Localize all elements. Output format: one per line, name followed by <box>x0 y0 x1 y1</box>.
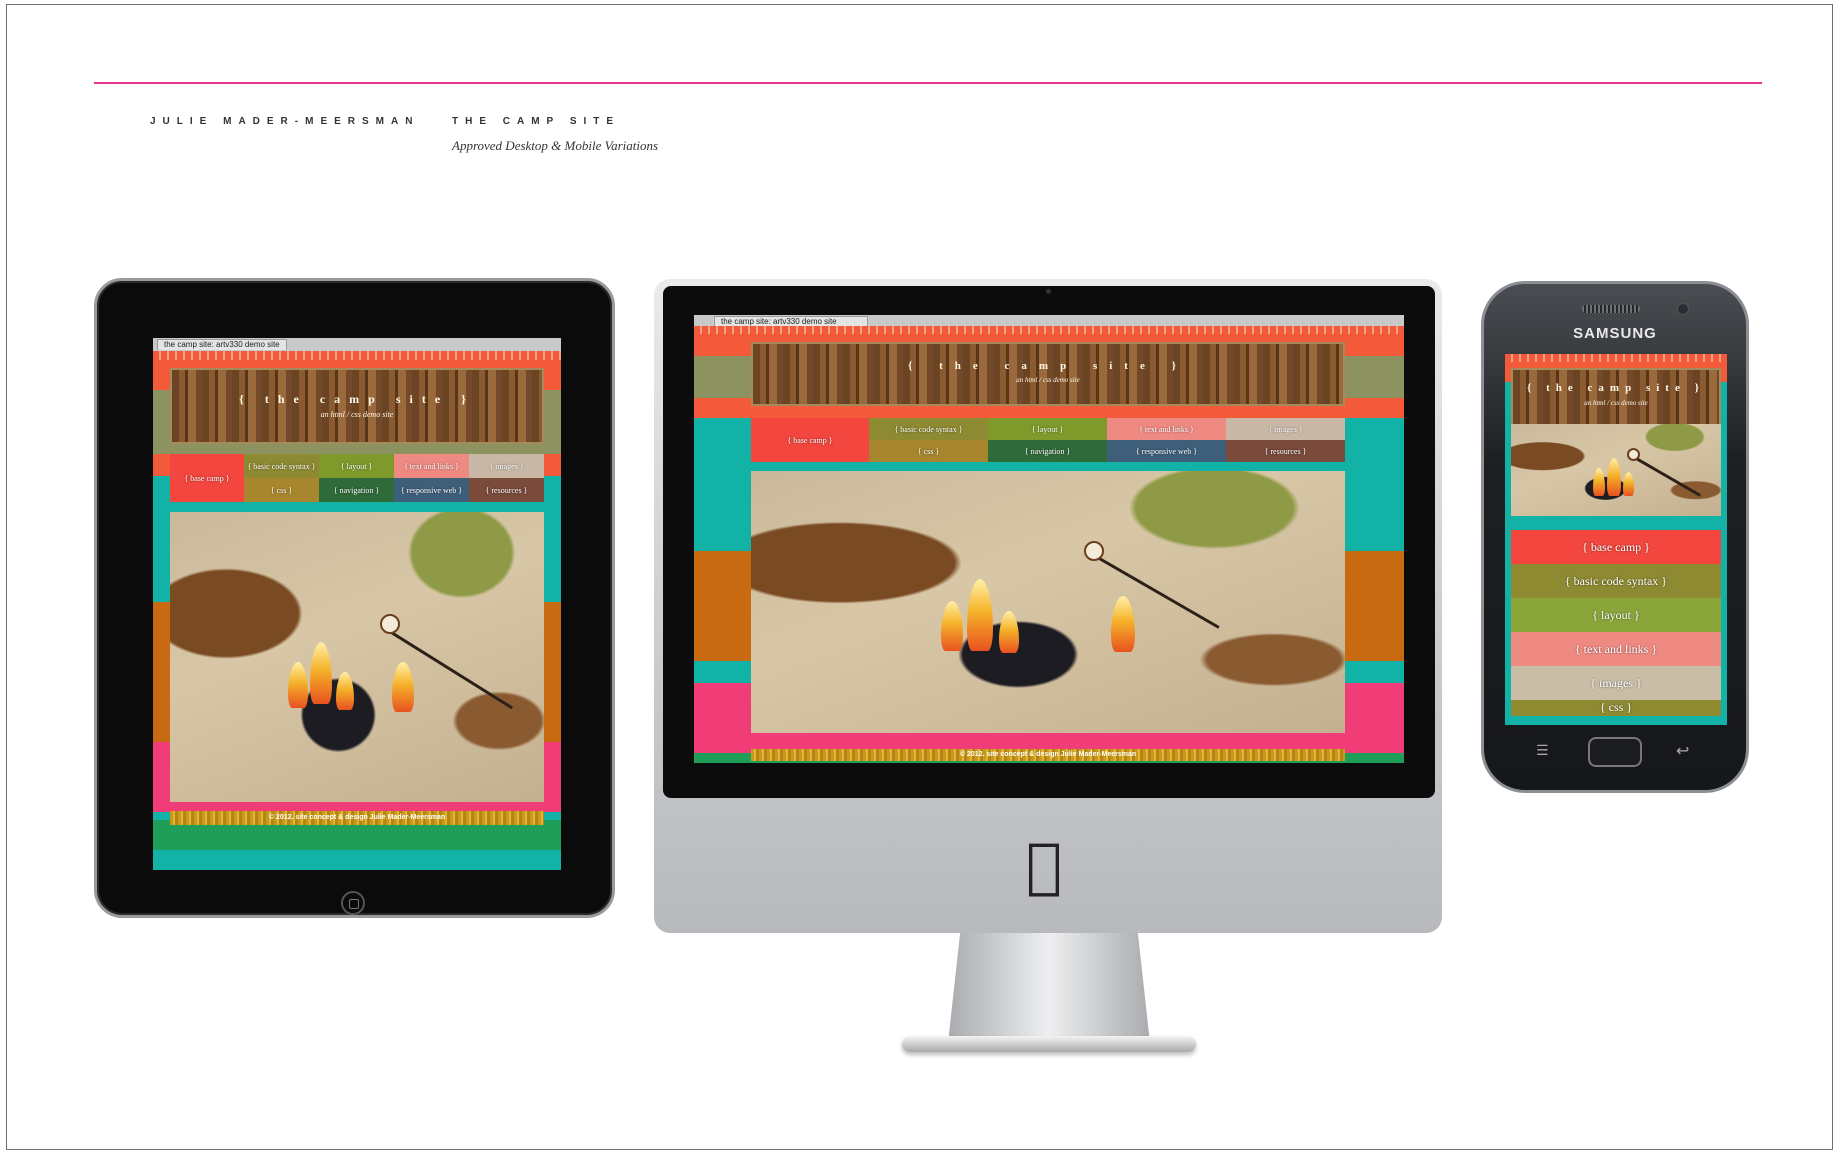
marshmallow <box>1627 448 1640 461</box>
campfire-illustration <box>1511 424 1721 516</box>
site-header-banner: { the camp site } an html / css demo sit… <box>1511 368 1721 426</box>
site-subtitle: an html / css demo site <box>320 410 394 419</box>
site-footer: © 2012. site concept & design Julie Made… <box>751 749 1345 761</box>
ipad-browser-bar: the camp site: artv330 demo site <box>153 338 561 352</box>
nav-layout[interactable]: { layout } <box>988 418 1107 440</box>
marshmallow <box>1084 541 1104 561</box>
imac-screen: the camp site: artv330 demo site { the c… <box>694 315 1404 763</box>
nav-resources[interactable]: { resources } <box>1226 440 1345 462</box>
nav-text-and-links[interactable]: { text and links } <box>394 454 469 478</box>
flame <box>999 611 1019 653</box>
ipad-home-button[interactable] <box>341 891 365 915</box>
flame <box>336 672 354 710</box>
flame <box>288 662 308 708</box>
site-nav: { base camp } { basic code syntax } { la… <box>751 418 1345 462</box>
scallop-trim <box>153 351 561 360</box>
nav-images[interactable]: { images } <box>469 454 544 478</box>
ipad-browser-tab[interactable]: the camp site: artv330 demo site <box>157 339 287 350</box>
flame <box>1593 468 1605 496</box>
nav-base-camp[interactable]: { base camp } <box>170 454 244 502</box>
phone-home-button[interactable] <box>1588 737 1642 767</box>
nav-basic-code-syntax[interactable]: { basic code syntax } <box>869 418 988 440</box>
nav-basic-code-syntax[interactable]: { basic code syntax } <box>1511 564 1721 598</box>
phone-screen: { the camp site } an html / css demo sit… <box>1505 354 1727 725</box>
phone-speaker <box>1582 305 1640 313</box>
campfire-illustration <box>170 512 544 802</box>
phone-camera <box>1677 303 1689 315</box>
site-title: { the camp site } <box>908 360 1188 372</box>
nav-navigation[interactable]: { navigation } <box>988 440 1107 462</box>
site-title: { the camp site } <box>1527 382 1705 394</box>
nav-resources[interactable]: { resources } <box>469 478 544 502</box>
flame <box>1623 472 1634 496</box>
nav-navigation[interactable]: { navigation } <box>319 478 394 502</box>
nav-images[interactable]: { images } <box>1511 666 1721 700</box>
nav-css[interactable]: { css } <box>244 478 319 502</box>
apple-logo-icon:  <box>1026 836 1062 896</box>
nav-images[interactable]: { images } <box>1226 418 1345 440</box>
marshmallow <box>380 614 400 634</box>
nav-layout[interactable]: { layout } <box>1511 598 1721 632</box>
site-nav: { base camp } { basic code syntax } { la… <box>170 454 544 502</box>
back-icon[interactable]: ↩ <box>1676 741 1689 760</box>
author-name: JULIE MADER-MEERSMAN <box>150 116 420 127</box>
nav-responsive-web[interactable]: { responsive web } <box>394 478 469 502</box>
site-header-banner: { the camp site } an html / css demo sit… <box>170 368 544 444</box>
nav-layout[interactable]: { layout } <box>319 454 394 478</box>
nav-css[interactable]: { css } <box>1511 700 1721 716</box>
accent-rule <box>94 82 1762 84</box>
site-header-banner: { the camp site } an html / css demo sit… <box>751 342 1345 406</box>
nav-base-camp[interactable]: { base camp } <box>1511 530 1721 564</box>
imac-stand-foot <box>902 1036 1196 1052</box>
project-subtitle: Approved Desktop & Mobile Variations <box>452 138 659 153</box>
roasting-stick <box>1088 551 1220 629</box>
imac-camera <box>1046 289 1051 294</box>
nav-basic-code-syntax[interactable]: { basic code syntax } <box>244 454 319 478</box>
menu-icon[interactable]: ☰ <box>1536 743 1549 759</box>
project-title: THE CAMP SITE <box>452 116 621 127</box>
imac-stand-neck <box>948 933 1150 1043</box>
flame <box>1607 458 1621 496</box>
scallop-trim <box>1505 354 1727 362</box>
ipad-screen: the camp site: artv330 demo site { the c… <box>153 338 561 870</box>
flame <box>310 642 332 704</box>
roasting-stick <box>1630 454 1702 497</box>
phone-site-nav: { base camp } { basic code syntax } { la… <box>1511 530 1721 716</box>
site-subtitle: an html / css demo site <box>1016 376 1080 384</box>
nav-base-camp[interactable]: { base camp } <box>751 418 869 462</box>
flame <box>941 601 963 651</box>
flame <box>392 662 414 712</box>
site-subtitle: an html / css demo site <box>1584 399 1648 407</box>
scallop-trim <box>694 326 1404 334</box>
site-footer: © 2012. site concept & design Julie Made… <box>170 811 544 825</box>
phone-brand-logo: SAMSUNG <box>1573 325 1657 342</box>
nav-css[interactable]: { css } <box>869 440 988 462</box>
nav-responsive-web[interactable]: { responsive web } <box>1107 440 1226 462</box>
site-title: { the camp site } <box>239 392 475 406</box>
campfire-illustration <box>751 471 1345 733</box>
flame <box>1111 596 1135 652</box>
nav-text-and-links[interactable]: { text and links } <box>1107 418 1226 440</box>
flame <box>967 579 993 651</box>
nav-text-and-links[interactable]: { text and links } <box>1511 632 1721 666</box>
